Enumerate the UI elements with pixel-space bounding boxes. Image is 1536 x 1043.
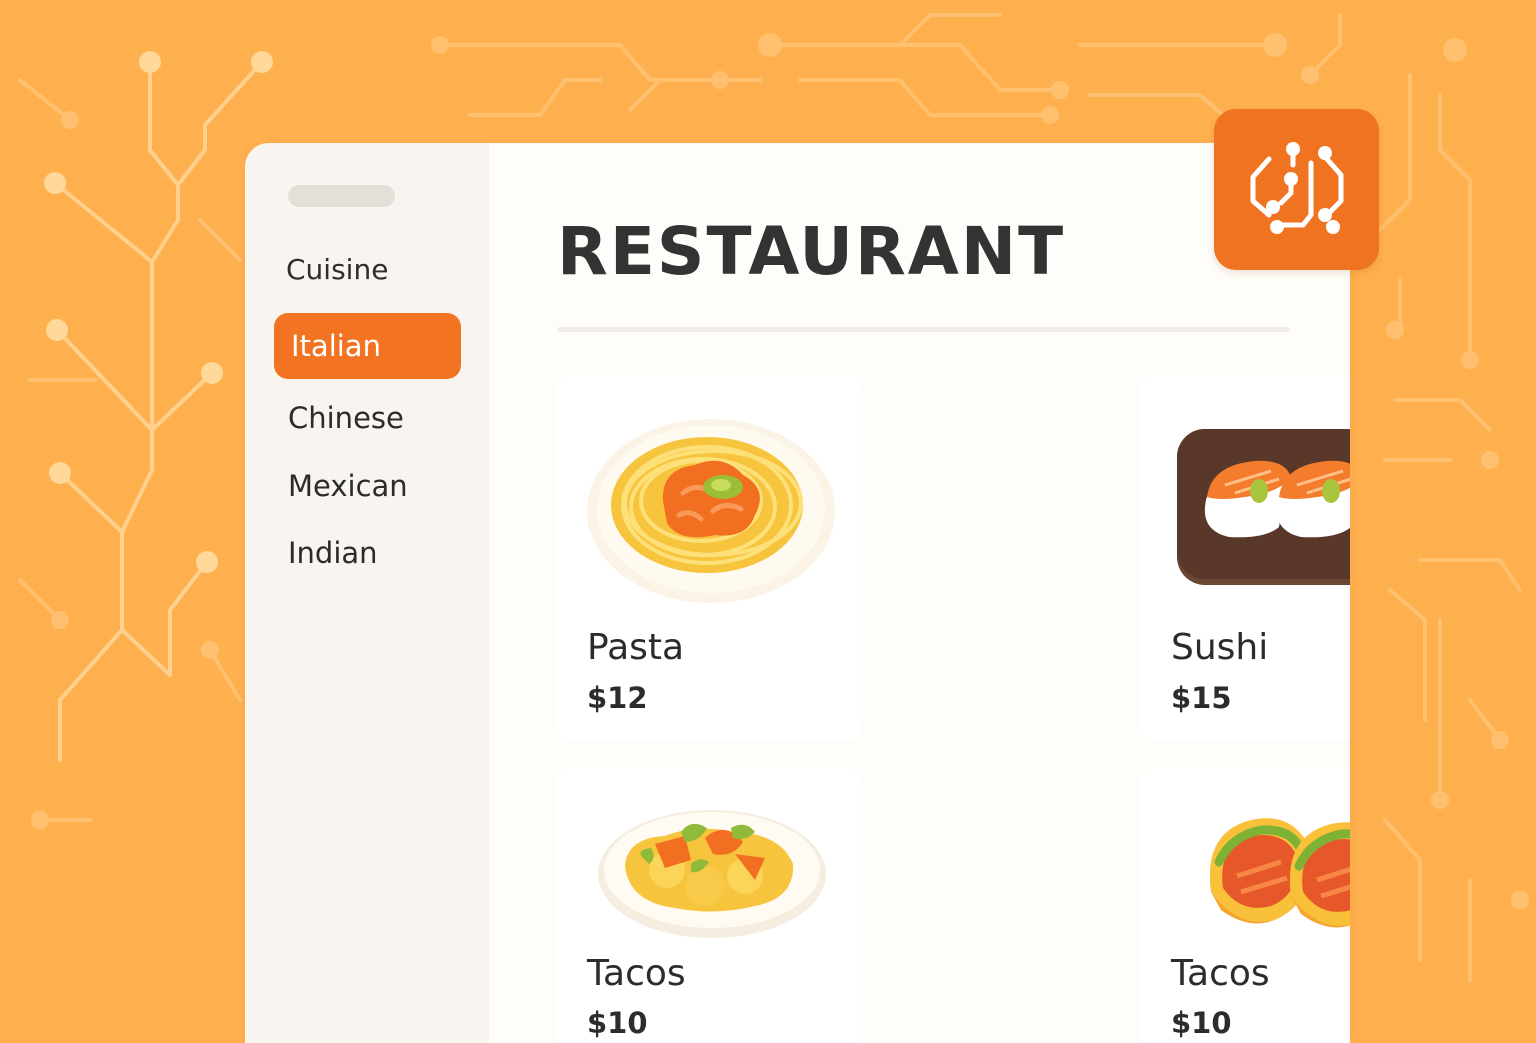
dish-price: $12 bbox=[587, 681, 648, 715]
dish-price: $10 bbox=[1171, 1006, 1232, 1040]
dish-name: Sushi bbox=[1171, 627, 1269, 668]
pasta-plate-image bbox=[587, 419, 835, 603]
tacos-trio-image bbox=[1209, 818, 1350, 928]
main-content: RESTAURANT Pasta $12 Sushi $15 Tacos $10… bbox=[489, 143, 1350, 1043]
app-window: Cuisine Italian Chinese Mexican Indian R… bbox=[245, 143, 1350, 1043]
menu-card-pasta[interactable]: Pasta $12 bbox=[555, 373, 863, 741]
sidebar-item-mexican[interactable]: Mexican bbox=[274, 453, 461, 519]
menu-card-sushi[interactable]: Sushi $15 bbox=[1139, 373, 1350, 741]
dish-name: Pasta bbox=[587, 627, 685, 668]
cuisine-sidebar: Cuisine Italian Chinese Mexican Indian bbox=[245, 143, 489, 1043]
title-divider bbox=[557, 327, 1290, 332]
sidebar-item-italian[interactable]: Italian bbox=[274, 313, 461, 379]
sidebar-drag-handle[interactable] bbox=[288, 185, 395, 207]
sidebar-heading: Cuisine bbox=[286, 253, 389, 286]
sidebar-item-chinese[interactable]: Chinese bbox=[274, 385, 461, 451]
sushi-board-image bbox=[1177, 429, 1350, 585]
circuit-chip-icon bbox=[1250, 141, 1343, 234]
dish-name: Tacos bbox=[587, 953, 686, 994]
menu-card-tacos[interactable]: Tacos $10 bbox=[555, 768, 863, 1043]
page-title: RESTAURANT bbox=[557, 213, 1066, 290]
dish-price: $15 bbox=[1171, 681, 1232, 715]
dish-name: Tacos bbox=[1171, 953, 1270, 994]
sidebar-item-indian[interactable]: Indian bbox=[274, 520, 461, 586]
tacos-plate-image bbox=[598, 810, 826, 938]
menu-card-tacos-trio[interactable]: Tacos $10 bbox=[1139, 768, 1350, 1043]
app-logo-badge[interactable] bbox=[1214, 109, 1379, 270]
dish-price: $10 bbox=[587, 1006, 648, 1040]
